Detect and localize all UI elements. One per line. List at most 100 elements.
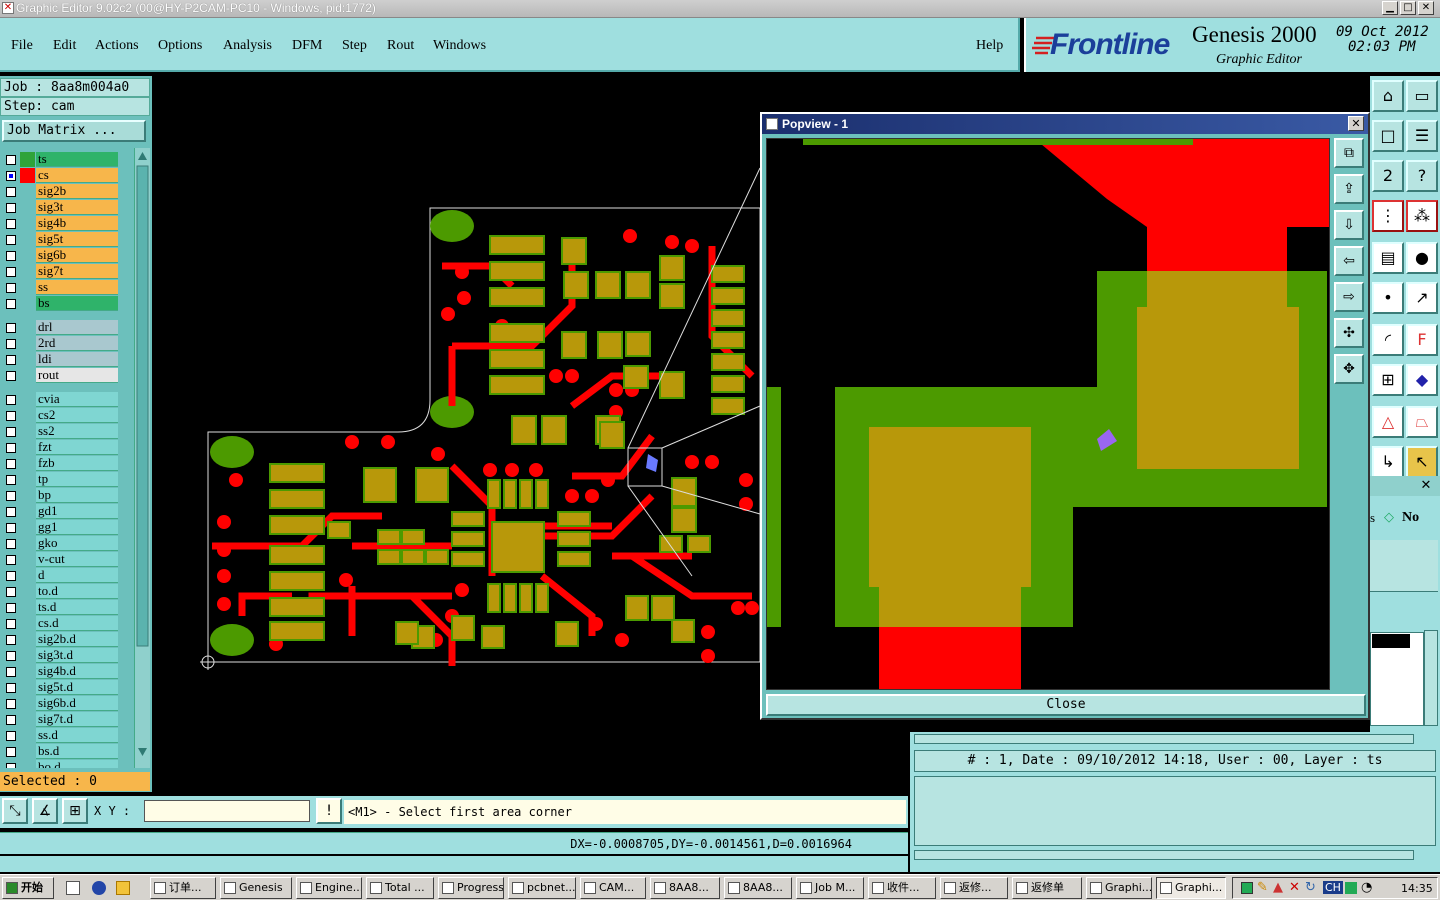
layer-row-sig2b[interactable]: sig2b [0,184,134,200]
counter-icon[interactable]: 2 [1372,160,1404,192]
menu-step[interactable]: Step [342,38,367,54]
log-hscroll[interactable] [914,734,1414,744]
layer-row-gg1[interactable]: gg1 [0,520,134,536]
taskbar-item[interactable]: CAM... [580,877,646,899]
layer-checkbox[interactable] [6,187,16,197]
layer-checkbox[interactable] [6,619,16,629]
layer-color-swatch[interactable] [20,728,35,743]
taskbar-item[interactable]: 收件... [868,877,936,899]
taskbar-item[interactable]: Graphi... [1086,877,1152,899]
select-icon[interactable]: ⊞ [1372,364,1404,396]
popview-close-icon[interactable]: ✕ [1348,116,1364,131]
popview-zoom-in-icon[interactable]: ✣ [1334,318,1364,348]
grid-icon[interactable]: ⊞ [62,798,88,824]
minimize-button[interactable]: ▁ [1382,1,1398,15]
popview-left-icon[interactable]: ⇦ [1334,246,1364,276]
layer-color-swatch[interactable] [20,232,35,247]
tray-triangle-icon[interactable]: ▲ [1273,880,1283,895]
layer-color-swatch[interactable] [20,760,35,768]
menu-edit[interactable]: Edit [53,38,76,54]
taskbar-item[interactable]: Genesis [220,877,292,899]
menu-actions[interactable]: Actions [95,38,139,54]
layer-checkbox[interactable] [6,171,16,181]
taskbar-item[interactable]: 8AA8... [650,877,720,899]
taskbar-item[interactable]: Progress [438,877,504,899]
taskbar-item[interactable]: Engine... [296,877,362,899]
hatch-icon[interactable]: ☰ [1406,120,1438,152]
taskbar-item[interactable]: 8AA8... [724,877,792,899]
zoom-home-icon[interactable]: ⌂ [1372,80,1404,112]
popview-title[interactable]: Popview - 1 [762,114,1368,134]
layer-row-tp[interactable]: tp [0,472,134,488]
layer-row-cs-d[interactable]: cs.d [0,616,134,632]
shapes-icon[interactable]: ◆ [1406,364,1438,396]
maximize-button[interactable]: □ [1400,1,1416,15]
layer-checkbox[interactable] [6,203,16,213]
popview-down-icon[interactable]: ⇩ [1334,210,1364,240]
net-icon[interactable]: ⋮ [1372,200,1404,232]
layer-row-bs-d[interactable]: bs.d [0,744,134,760]
window-icon[interactable]: ▭ [1406,80,1438,112]
taskbar-item[interactable]: Total ... [366,877,434,899]
quick-launch-icon[interactable] [66,881,80,895]
layer-row-sig7t[interactable]: sig7t [0,264,134,280]
browser-icon[interactable] [92,881,106,895]
taskbar-item[interactable]: Job M... [796,877,864,899]
popview-zoom-window-icon[interactable]: ⧉ [1334,138,1364,168]
tray-app-icon[interactable] [1241,882,1253,894]
layer-color-swatch[interactable] [20,408,35,423]
layer-row-ss2[interactable]: ss2 [0,424,134,440]
layer-checkbox[interactable] [6,507,16,517]
triangle-icon[interactable]: △ [1372,406,1404,438]
menu-windows[interactable]: Windows [433,38,486,54]
layer-checkbox[interactable] [6,587,16,597]
layer-checkbox[interactable] [6,235,16,245]
layer-color-swatch[interactable] [20,216,35,231]
layer-row-ts-d[interactable]: ts.d [0,600,134,616]
folder-icon[interactable] [116,881,130,895]
job-matrix-button[interactable]: Job Matrix ... [2,120,146,142]
tray-clock-icon[interactable]: ◔ [1361,880,1372,895]
layer-row-sig3t[interactable]: sig3t [0,200,134,216]
layer-checkbox[interactable] [6,459,16,469]
layer-list-scrollbar[interactable] [134,148,150,768]
taskbar-item[interactable]: 返修单 [1012,877,1082,899]
layer-color-swatch[interactable] [20,664,35,679]
layer-checkbox[interactable] [6,299,16,309]
layer-checkbox[interactable] [6,539,16,549]
layer-row-drl[interactable]: drl [0,320,134,336]
alert-icon[interactable]: ! [316,798,342,824]
layer-checkbox[interactable] [6,427,16,437]
layer-color-swatch[interactable] [20,552,35,567]
layer-color-swatch[interactable] [20,168,35,183]
layer-row-sig3t-d[interactable]: sig3t.d [0,648,134,664]
layer-color-swatch[interactable] [20,472,35,487]
popview-home-icon[interactable]: ⇪ [1334,174,1364,204]
layer-color-swatch[interactable] [20,680,35,695]
layer-row-ss[interactable]: ss [0,280,134,296]
layer-checkbox[interactable] [6,731,16,741]
popview-canvas[interactable] [766,138,1330,690]
connect-icon[interactable]: ⁂ [1406,200,1438,232]
tray-close-icon[interactable]: ✕ [1289,880,1300,895]
layer-checkbox[interactable] [6,747,16,757]
layer-row-sig6b[interactable]: sig6b [0,248,134,264]
start-button[interactable]: 开始 [2,877,54,899]
layer-color-swatch[interactable] [20,320,35,335]
ruler-icon[interactable]: ▤ [1372,242,1404,274]
log-text[interactable] [914,776,1436,846]
layer-color-swatch[interactable] [20,504,35,519]
no-radio-icon[interactable]: ◇ [1384,510,1394,525]
layer-color-swatch[interactable] [20,648,35,663]
close-window-button[interactable]: ✕ [1418,1,1434,15]
layer-row-bo-d[interactable]: bo.d [0,760,134,768]
taskbar-item[interactable]: Graphi... [1156,877,1226,899]
layer-row-2rd[interactable]: 2rd [0,336,134,352]
popview-zoom-out-icon[interactable]: ✥ [1334,354,1364,384]
layer-color-swatch[interactable] [20,440,35,455]
layer-row-d[interactable]: d [0,568,134,584]
trapezoid-icon[interactable]: ⏢ [1406,406,1438,438]
layer-row-ts[interactable]: ts [0,152,134,168]
layer-color-swatch[interactable] [20,456,35,471]
layer-color-swatch[interactable] [20,568,35,583]
